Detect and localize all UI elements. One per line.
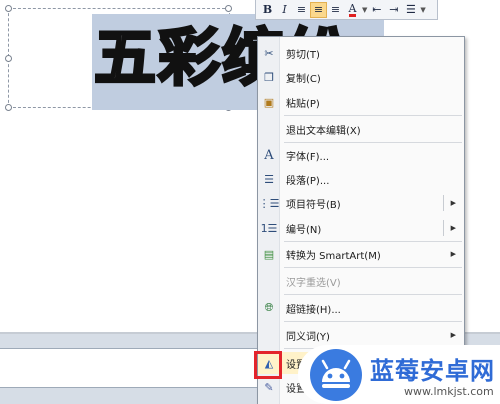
watermark-title: 蓝莓安卓网 (370, 357, 495, 385)
menu-item-font[interactable]: A 字体(F)... (258, 144, 464, 166)
resize-handle-top-left[interactable] (5, 5, 12, 12)
decrease-indent-button[interactable]: ⇤ (368, 2, 385, 18)
menu-item-convert-smartart[interactable]: ▤ 转换为 SmartArt(M) ▶ (258, 243, 464, 265)
menu-item-paste[interactable]: ▣ 粘贴(P) (258, 91, 464, 113)
align-left-button[interactable]: ≡ (293, 2, 310, 18)
bullets-button[interactable]: ☰ (402, 2, 419, 18)
chevron-right-icon: ▶ (450, 250, 456, 258)
menu-split-divider (443, 220, 444, 236)
menu-separator (284, 241, 462, 242)
resize-handle-bottom-left[interactable] (5, 104, 12, 111)
bullets-icon: ⋮☰ (258, 196, 280, 210)
menu-separator (284, 267, 462, 268)
hyperlink-icon: 🌐︎ (264, 301, 274, 314)
copy-icon: ❐ (264, 70, 274, 84)
numbering-icon: 1☰ (260, 221, 278, 235)
watermark-overlay: 蓝莓安卓网 www.lmkjst.com (298, 345, 500, 404)
menu-item-cut[interactable]: ✂ 剪切(T) (258, 42, 464, 64)
menu-item-bullets[interactable]: ⋮☰ 项目符号(B) ▶ (258, 192, 464, 214)
android-logo-icon (310, 349, 362, 401)
watermark-url: www.lmkjst.com (404, 385, 494, 398)
italic-button[interactable]: I (276, 2, 293, 18)
align-center-button[interactable]: ≡ (310, 1, 327, 18)
menu-item-hyperlink[interactable]: 🌐︎ 超链接(H)... (258, 297, 464, 319)
smartart-icon: ▤ (263, 247, 275, 261)
menu-item-synonyms[interactable]: 同义词(Y) ▶ (258, 324, 464, 346)
font-color-button[interactable]: A (344, 2, 361, 18)
chevron-down-icon[interactable]: ▼ (362, 6, 367, 14)
menu-separator (284, 142, 462, 143)
mini-toolbar: B I ≡ ≡ ≡ A ▼ ⇤ ⇥ ☰ ▼ (255, 0, 438, 20)
chevron-right-icon: ▶ (450, 224, 456, 232)
chevron-right-icon: ▶ (450, 199, 456, 207)
font-color-icon: A (348, 1, 357, 17)
menu-item-numbering[interactable]: 1☰ 编号(N) ▶ (258, 217, 464, 239)
paragraph-icon: ☰ (264, 172, 274, 186)
resize-handle-left[interactable] (5, 55, 12, 62)
menu-separator (284, 321, 462, 322)
menu-item-reconversion: 汉字重选(V) (286, 277, 341, 289)
paste-icon: ▣ (263, 95, 275, 109)
increase-indent-button[interactable]: ⇥ (385, 2, 402, 18)
menu-item-paragraph[interactable]: ☰ 段落(P)... (258, 168, 464, 190)
format-text-effects-icon: ✎ (264, 380, 274, 394)
menu-item-exit-text-edit[interactable]: 退出文本编辑(X) (258, 118, 464, 140)
menu-item-copy[interactable]: ❐ 复制(C) (258, 66, 464, 88)
chevron-right-icon: ▶ (450, 331, 456, 339)
annotation-highlight-box (254, 351, 282, 379)
menu-separator (284, 294, 462, 295)
font-icon: A (264, 147, 274, 163)
chevron-down-icon[interactable]: ▼ (420, 6, 425, 14)
bold-button[interactable]: B (259, 2, 276, 18)
scissors-icon: ✂ (264, 46, 274, 60)
menu-separator (284, 115, 462, 116)
resize-handle-top[interactable] (225, 5, 232, 12)
menu-split-divider (443, 195, 444, 211)
align-right-button[interactable]: ≡ (327, 2, 344, 18)
